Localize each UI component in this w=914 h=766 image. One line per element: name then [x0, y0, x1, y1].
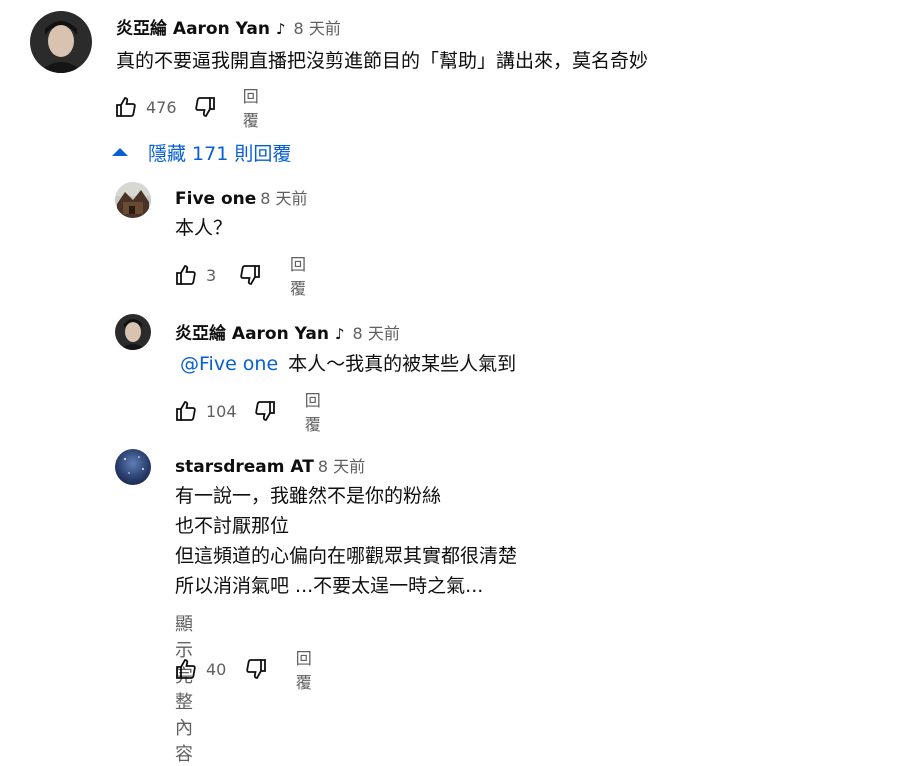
thumbs-up-icon — [176, 265, 196, 285]
reply-button[interactable]: 回覆 — [290, 251, 310, 299]
comment-actions: 3 回覆 — [174, 255, 310, 298]
author-name[interactable]: Five one — [175, 189, 256, 209]
author-name[interactable]: 炎亞綸 Aaron Yan — [175, 324, 329, 344]
thumbs-down-icon — [245, 659, 266, 679]
mention-link[interactable]: @Five one — [180, 353, 278, 375]
like-count: 104 — [206, 401, 237, 421]
reply-button[interactable]: 回覆 — [296, 645, 321, 693]
comment-text: 有一說一，我雖然不是你的粉絲 也不討厭那位 但這頻道的心偏向在哪觀眾其實都很清楚… — [175, 481, 517, 601]
comment-header: Five one 8 天前 — [175, 185, 308, 209]
timestamp[interactable]: 8 天前 — [318, 457, 365, 476]
avatar[interactable] — [30, 11, 92, 73]
like-count: 3 — [206, 265, 217, 285]
music-note-icon: ♪ — [334, 325, 345, 343]
reply-body: 本人～我真的被某些人氣到 — [288, 353, 517, 375]
timestamp[interactable]: 8 天前 — [294, 19, 341, 38]
like-button[interactable] — [114, 94, 138, 120]
thumbs-down-icon — [240, 265, 260, 285]
comment-actions: 476 回覆 — [114, 87, 269, 130]
avatar[interactable] — [115, 314, 151, 350]
thumbs-up-icon — [176, 659, 196, 679]
comment-header: 炎亞綸 Aaron Yan ♪ 8 天前 — [116, 14, 341, 39]
comment-line: 所以消消氣吧 ...不要太逞一時之氣... — [175, 575, 484, 597]
comment-line: 有一說一，我雖然不是你的粉絲 — [175, 485, 442, 507]
comment-header: starsdream AT 8 天前 — [175, 453, 365, 477]
avatar[interactable] — [115, 449, 151, 485]
comment-text: 本人？ — [175, 217, 233, 239]
hide-replies-label: 隱藏 171 則回覆 — [148, 142, 292, 165]
comment-text: @Five one 本人～我真的被某些人氣到 — [180, 349, 516, 379]
dislike-button[interactable] — [244, 656, 268, 682]
timestamp[interactable]: 8 天前 — [353, 324, 400, 343]
comment-actions: 40 回覆 — [174, 649, 320, 692]
timestamp[interactable]: 8 天前 — [260, 189, 307, 208]
comment-header: 炎亞綸 Aaron Yan ♪ 8 天前 — [175, 319, 400, 344]
comment-line: 也不討厭那位 — [175, 515, 290, 537]
like-button[interactable] — [174, 398, 198, 424]
dislike-button[interactable] — [238, 262, 262, 288]
dislike-button[interactable] — [253, 398, 277, 424]
reply-button[interactable]: 回覆 — [305, 387, 331, 435]
hide-replies-button[interactable]: 隱藏 171 則回覆 — [112, 137, 291, 167]
music-note-icon: ♪ — [275, 20, 286, 38]
thumbs-down-icon — [254, 401, 275, 421]
like-count: 476 — [146, 97, 177, 117]
caret-up-icon — [112, 148, 128, 156]
like-button[interactable] — [174, 656, 198, 682]
author-name[interactable]: starsdream AT — [175, 457, 314, 477]
show-more-button[interactable]: 顯示完整內容 — [175, 610, 193, 766]
dislike-button[interactable] — [193, 94, 217, 120]
comment-actions: 104 回覆 — [174, 391, 331, 434]
thumbs-up-icon — [176, 401, 196, 421]
thumbs-up-icon — [116, 97, 136, 117]
like-button[interactable] — [174, 262, 198, 288]
like-count: 40 — [206, 659, 227, 679]
avatar[interactable] — [115, 182, 151, 218]
comment-text: 真的不要逼我開直播把沒剪進節目的「幫助」講出來，莫名奇妙 — [116, 50, 649, 72]
author-name[interactable]: 炎亞綸 Aaron Yan — [116, 19, 270, 39]
reply-button[interactable]: 回覆 — [243, 83, 269, 131]
comment-line: 但這頻道的心偏向在哪觀眾其實都很清楚 — [175, 545, 518, 567]
thumbs-down-icon — [194, 97, 215, 117]
